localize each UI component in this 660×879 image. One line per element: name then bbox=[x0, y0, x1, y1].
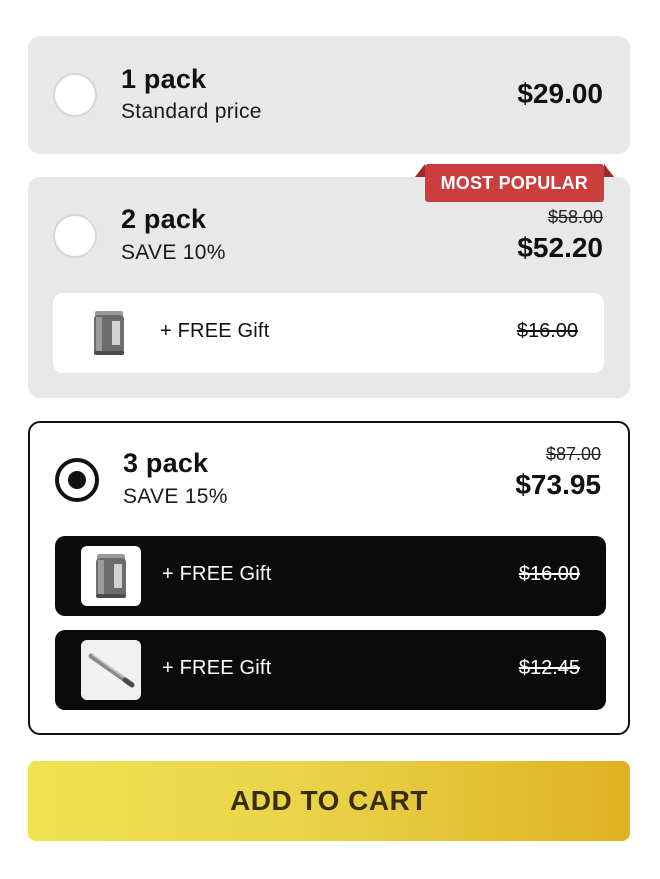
radio-2-pack[interactable] bbox=[53, 214, 97, 258]
option-title: 3 pack bbox=[123, 448, 209, 478]
gift-old-price: $16.00 bbox=[518, 563, 580, 585]
free-gift-item: + FREE Gift $16.00 bbox=[55, 536, 606, 616]
option-subtitle: SAVE 10% bbox=[121, 241, 226, 264]
gift-label: + FREE Gift bbox=[162, 657, 272, 679]
option-1-pack[interactable]: 1 pack Standard price $29.00 bbox=[28, 36, 630, 154]
option-title: 2 pack bbox=[121, 204, 207, 234]
option-price: $52.20 bbox=[517, 232, 603, 263]
most-popular-badge: MOST POPULAR bbox=[414, 164, 615, 202]
option-subtitle: SAVE 15% bbox=[123, 485, 228, 508]
pen-icon bbox=[81, 640, 141, 700]
option-old-price: $87.00 bbox=[545, 444, 601, 464]
option-price: $73.95 bbox=[515, 469, 601, 500]
option-subtitle: Standard price bbox=[121, 100, 262, 123]
can-icon bbox=[81, 546, 141, 606]
free-gift-item: + FREE Gift $12.45 bbox=[55, 630, 606, 710]
option-price: $29.00 bbox=[517, 78, 603, 109]
option-3-pack[interactable]: 3 pack SAVE 15% $87.00 $73.95 + FREE Gif… bbox=[28, 421, 630, 735]
radio-3-pack[interactable] bbox=[55, 458, 99, 502]
option-old-price: $58.00 bbox=[547, 207, 603, 227]
gift-old-price: $16.00 bbox=[516, 320, 578, 342]
gift-label: + FREE Gift bbox=[160, 320, 270, 342]
add-to-cart-button[interactable]: ADD TO CART bbox=[28, 761, 630, 841]
gift-label: + FREE Gift bbox=[162, 563, 272, 585]
option-2-pack[interactable]: MOST POPULAR 2 pack SAVE 10% $58.00 $52.… bbox=[28, 164, 630, 398]
option-title: 1 pack bbox=[121, 64, 207, 94]
gift-old-price: $12.45 bbox=[518, 657, 580, 679]
radio-1-pack[interactable] bbox=[53, 73, 97, 117]
bundle-selector: 1 pack Standard price $29.00 MOST POPULA… bbox=[0, 0, 660, 879]
can-icon bbox=[79, 303, 139, 363]
free-gift-item: + FREE Gift $16.00 bbox=[53, 293, 604, 373]
